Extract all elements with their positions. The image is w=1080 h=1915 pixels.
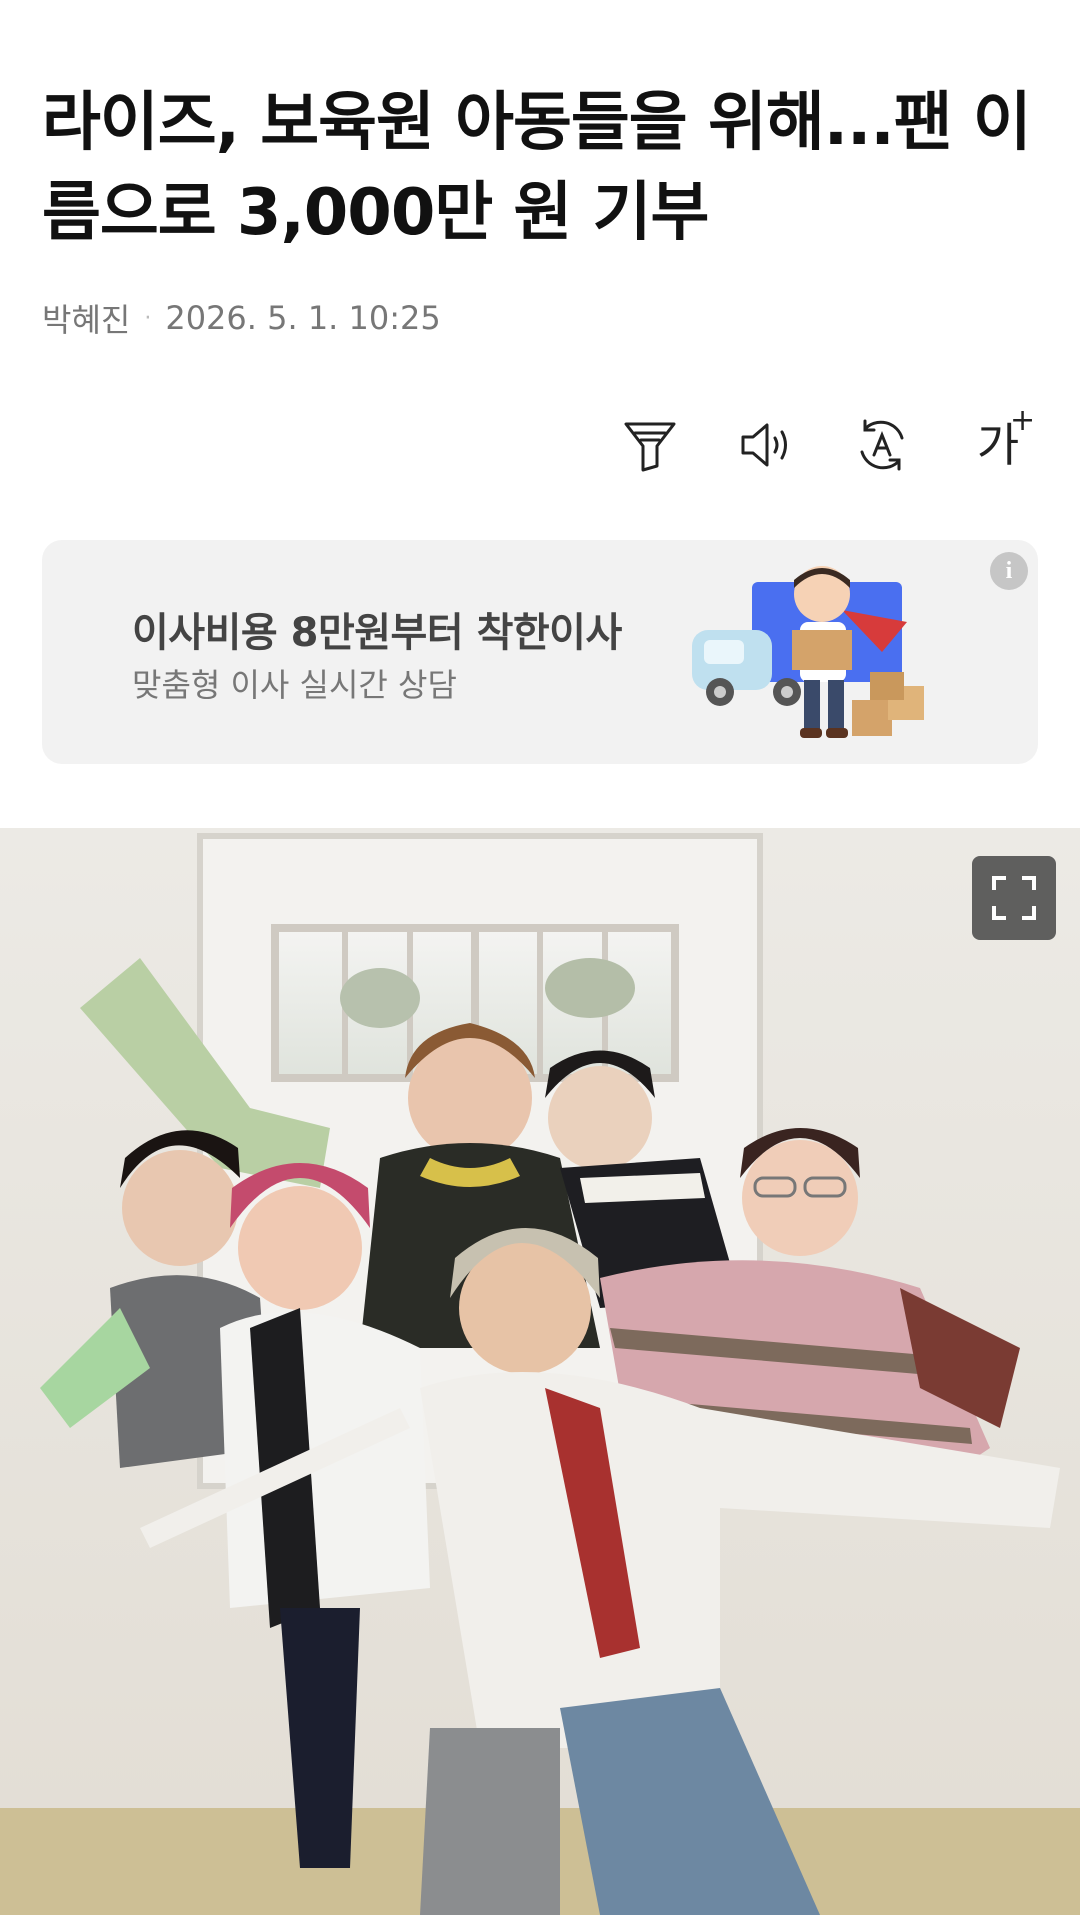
article-photo[interactable] (0, 828, 1080, 1915)
ad-title: 이사비용 8만원부터 착한이사 (132, 610, 622, 656)
article-toolbar: 가 + (620, 406, 1035, 475)
speaker-icon (741, 423, 787, 467)
group-photo-image (0, 828, 1080, 1915)
article-byline: 박혜진 · 2026. 5. 1. 10:25 (42, 295, 441, 341)
ad-subtitle: 맞춤형 이사 실시간 상담 (132, 666, 457, 704)
author-name[interactable]: 박혜진 (42, 295, 130, 341)
font-size-plus: + (1010, 403, 1036, 438)
font-size-icon: 가 + (977, 406, 1035, 469)
translate-button[interactable] (852, 415, 912, 475)
ad-banner[interactable]: 이사비용 8만원부터 착한이사 맞춤형 이사 실시간 상담 i (42, 540, 1038, 764)
fullscreen-icon (992, 876, 1036, 920)
filter-icon (624, 422, 676, 472)
translate-icon (860, 419, 904, 471)
font-size-button[interactable]: 가 + (968, 406, 1035, 475)
publish-datetime: 2026. 5. 1. 10:25 (165, 299, 441, 337)
expand-photo-button[interactable] (972, 856, 1056, 940)
filter-button[interactable] (620, 415, 680, 475)
ad-info-icon[interactable]: i (990, 552, 1028, 590)
read-aloud-button[interactable] (736, 415, 796, 475)
article-view: 라이즈, 보육원 아동들을 위해...팬 이름으로 3,000만 원 기부 박혜… (0, 0, 1080, 1915)
moving-truck-illustration (692, 566, 924, 738)
byline-separator: · (144, 305, 152, 331)
article-headline: 라이즈, 보육원 아동들을 위해...팬 이름으로 3,000만 원 기부 (42, 86, 1032, 250)
